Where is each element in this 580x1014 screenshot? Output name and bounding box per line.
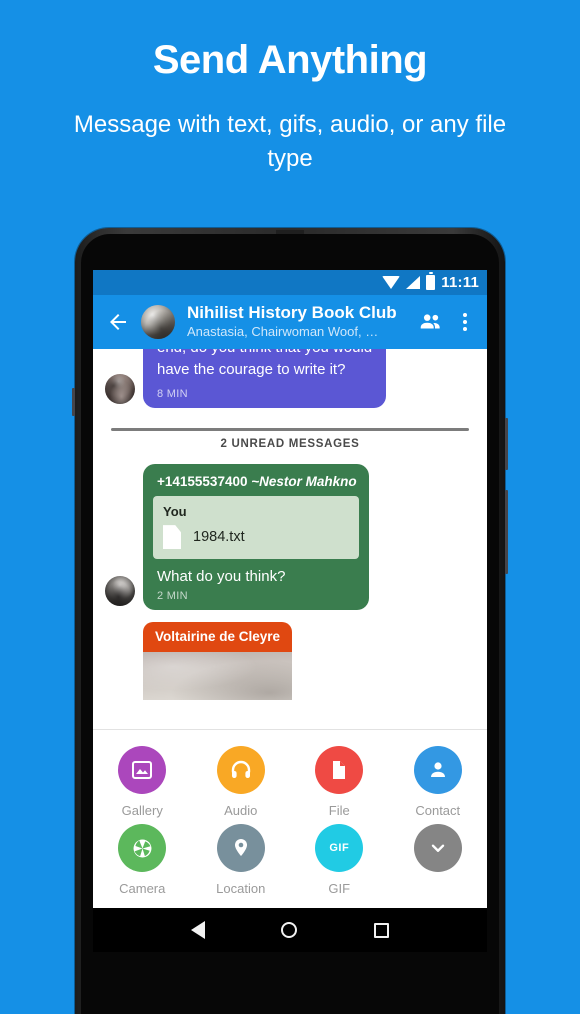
conversation-toolbar: Nihilist History Book Club Anastasia, Ch… [93,295,487,349]
page-subtitle: Message with text, gifs, audio, or any f… [73,111,507,173]
attachment-gif[interactable]: GIF GIF [290,824,389,896]
message-text-line1: end, do you think that you would [157,349,372,359]
avatar[interactable] [105,576,135,607]
phone-bezel: 11:11 Nihilist History Book Club Anastas… [81,234,499,1014]
attachment-label: File [328,803,350,818]
attachment-label: GIF [328,881,351,896]
sender-name: ~Nestor Mahkno [251,474,357,490]
message-bubble-orange[interactable]: Voltairine de Cleyre [143,622,293,701]
divider-line [111,428,469,432]
link-preview-image [143,652,293,701]
thread-subtitle: Anastasia, Chairwoman Woof, … [187,323,379,339]
attachment-location[interactable]: Location [192,824,291,896]
attachment-label: Gallery [121,803,163,818]
thread-header-text: Nihilist History Book Club Anastasia, Ch… [187,303,407,340]
message-timestamp: 2 MIN [157,590,188,603]
signal-icon [406,276,421,289]
thread-title: Nihilist History Book Club [187,303,397,323]
attachment-contact[interactable]: Contact [389,746,488,818]
unread-count-label: 2 UNREAD MESSAGES [220,438,360,451]
avatar[interactable] [141,305,175,339]
attachment-file[interactable]: File [290,746,389,818]
home-circle-icon[interactable] [281,922,298,938]
message-bubble-purple[interactable]: book what you would say at the end, do y… [143,349,387,409]
attachment-camera[interactable]: Camera [93,824,192,896]
quote-author: You [163,504,187,520]
status-bar: 11:11 [93,270,487,295]
quote-file-name: 1984.txt [193,529,245,546]
power-button[interactable] [505,418,508,470]
group-members-icon[interactable] [417,308,445,336]
message-text: What do you think? [157,568,286,586]
message-sender: +14155537400 ~Nestor Mahkno [157,474,357,489]
avatar[interactable] [105,374,135,405]
status-bar-clock: 11:11 [441,274,479,291]
back-button[interactable] [105,309,131,335]
message-timestamp: 8 MIN [157,388,188,401]
battery-icon [426,275,436,290]
attachment-label: Audio [224,803,258,818]
attachment-label: Camera [119,881,166,896]
chevron-down-icon [413,824,462,872]
attachment-gallery[interactable]: Gallery [93,746,192,818]
attachment-label: Contact [415,803,461,818]
gif-icon: GIF [315,824,364,872]
gif-glyph-text: GIF [329,842,350,854]
promo-header: Send Anything Message with text, gifs, a… [0,0,580,176]
android-nav-bar [93,908,487,952]
phone-screen: 11:11 Nihilist History Book Club Anastas… [93,270,487,952]
message-row-purple: book what you would say at the end, do y… [105,349,475,409]
image-icon [118,746,167,794]
left-side-button[interactable] [72,388,75,416]
back-triangle-icon[interactable] [191,921,206,939]
attachment-audio[interactable]: Audio [192,746,291,818]
attachment-row-1: Gallery Audio File Contact [93,746,487,818]
attachment-label: Location [216,881,266,896]
link-preview-title: Voltairine de Cleyre [155,629,281,645]
message-row-orange: Voltairine de Cleyre [105,622,475,701]
document-icon [163,525,181,550]
attachment-row-2: Camera Location GIF GIF [93,824,487,896]
sender-number: +14155537400 [157,474,248,490]
headphones-icon [216,746,265,794]
more-dots [463,313,467,331]
overflow-menu-icon[interactable] [455,308,475,336]
document-icon [315,746,364,794]
person-icon [413,746,462,794]
volume-button[interactable] [505,490,508,574]
unread-divider: 2 UNREAD MESSAGES [111,428,469,450]
page-title: Send Anything [152,38,428,82]
recents-square-icon[interactable] [373,922,389,938]
wifi-icon [382,276,401,289]
phone-mockup: 11:11 Nihilist History Book Club Anastas… [72,228,508,1014]
message-text-line2: have the courage to write it? [157,361,346,379]
attachment-collapse[interactable] [389,824,488,896]
message-row-green: +14155537400 ~Nestor Mahkno You 1984.txt… [105,464,475,611]
quoted-message[interactable]: You 1984.txt [153,496,359,560]
message-bubble-green[interactable]: +14155537400 ~Nestor Mahkno You 1984.txt… [143,464,369,611]
conversation-list[interactable]: book what you would say at the end, do y… [93,349,487,729]
camera-shutter-icon [118,824,167,872]
map-pin-icon [216,824,265,872]
attachment-picker: Gallery Audio File Contact Camera Locati… [93,729,487,908]
quote-attachment[interactable]: 1984.txt [163,525,349,550]
